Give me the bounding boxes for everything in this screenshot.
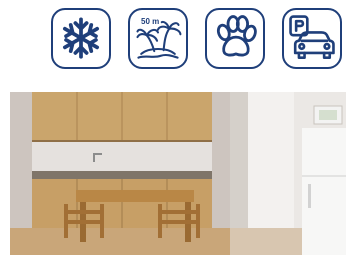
listing-card: 50 m [0,0,346,255]
paw-icon [216,15,257,57]
beach-distance-badge: 50 m [128,8,188,69]
snowflake-icon [62,17,100,59]
pets-allowed-badge [205,8,265,69]
kitchen-dining-room-image [10,92,346,255]
air-conditioning-badge [51,8,111,69]
amenities-icons-row: 50 m [0,0,346,80]
parking-badge [282,8,342,69]
apartment-photo [10,92,346,255]
distance-label: 50 m [141,17,160,26]
parking-car-icon [289,15,335,59]
